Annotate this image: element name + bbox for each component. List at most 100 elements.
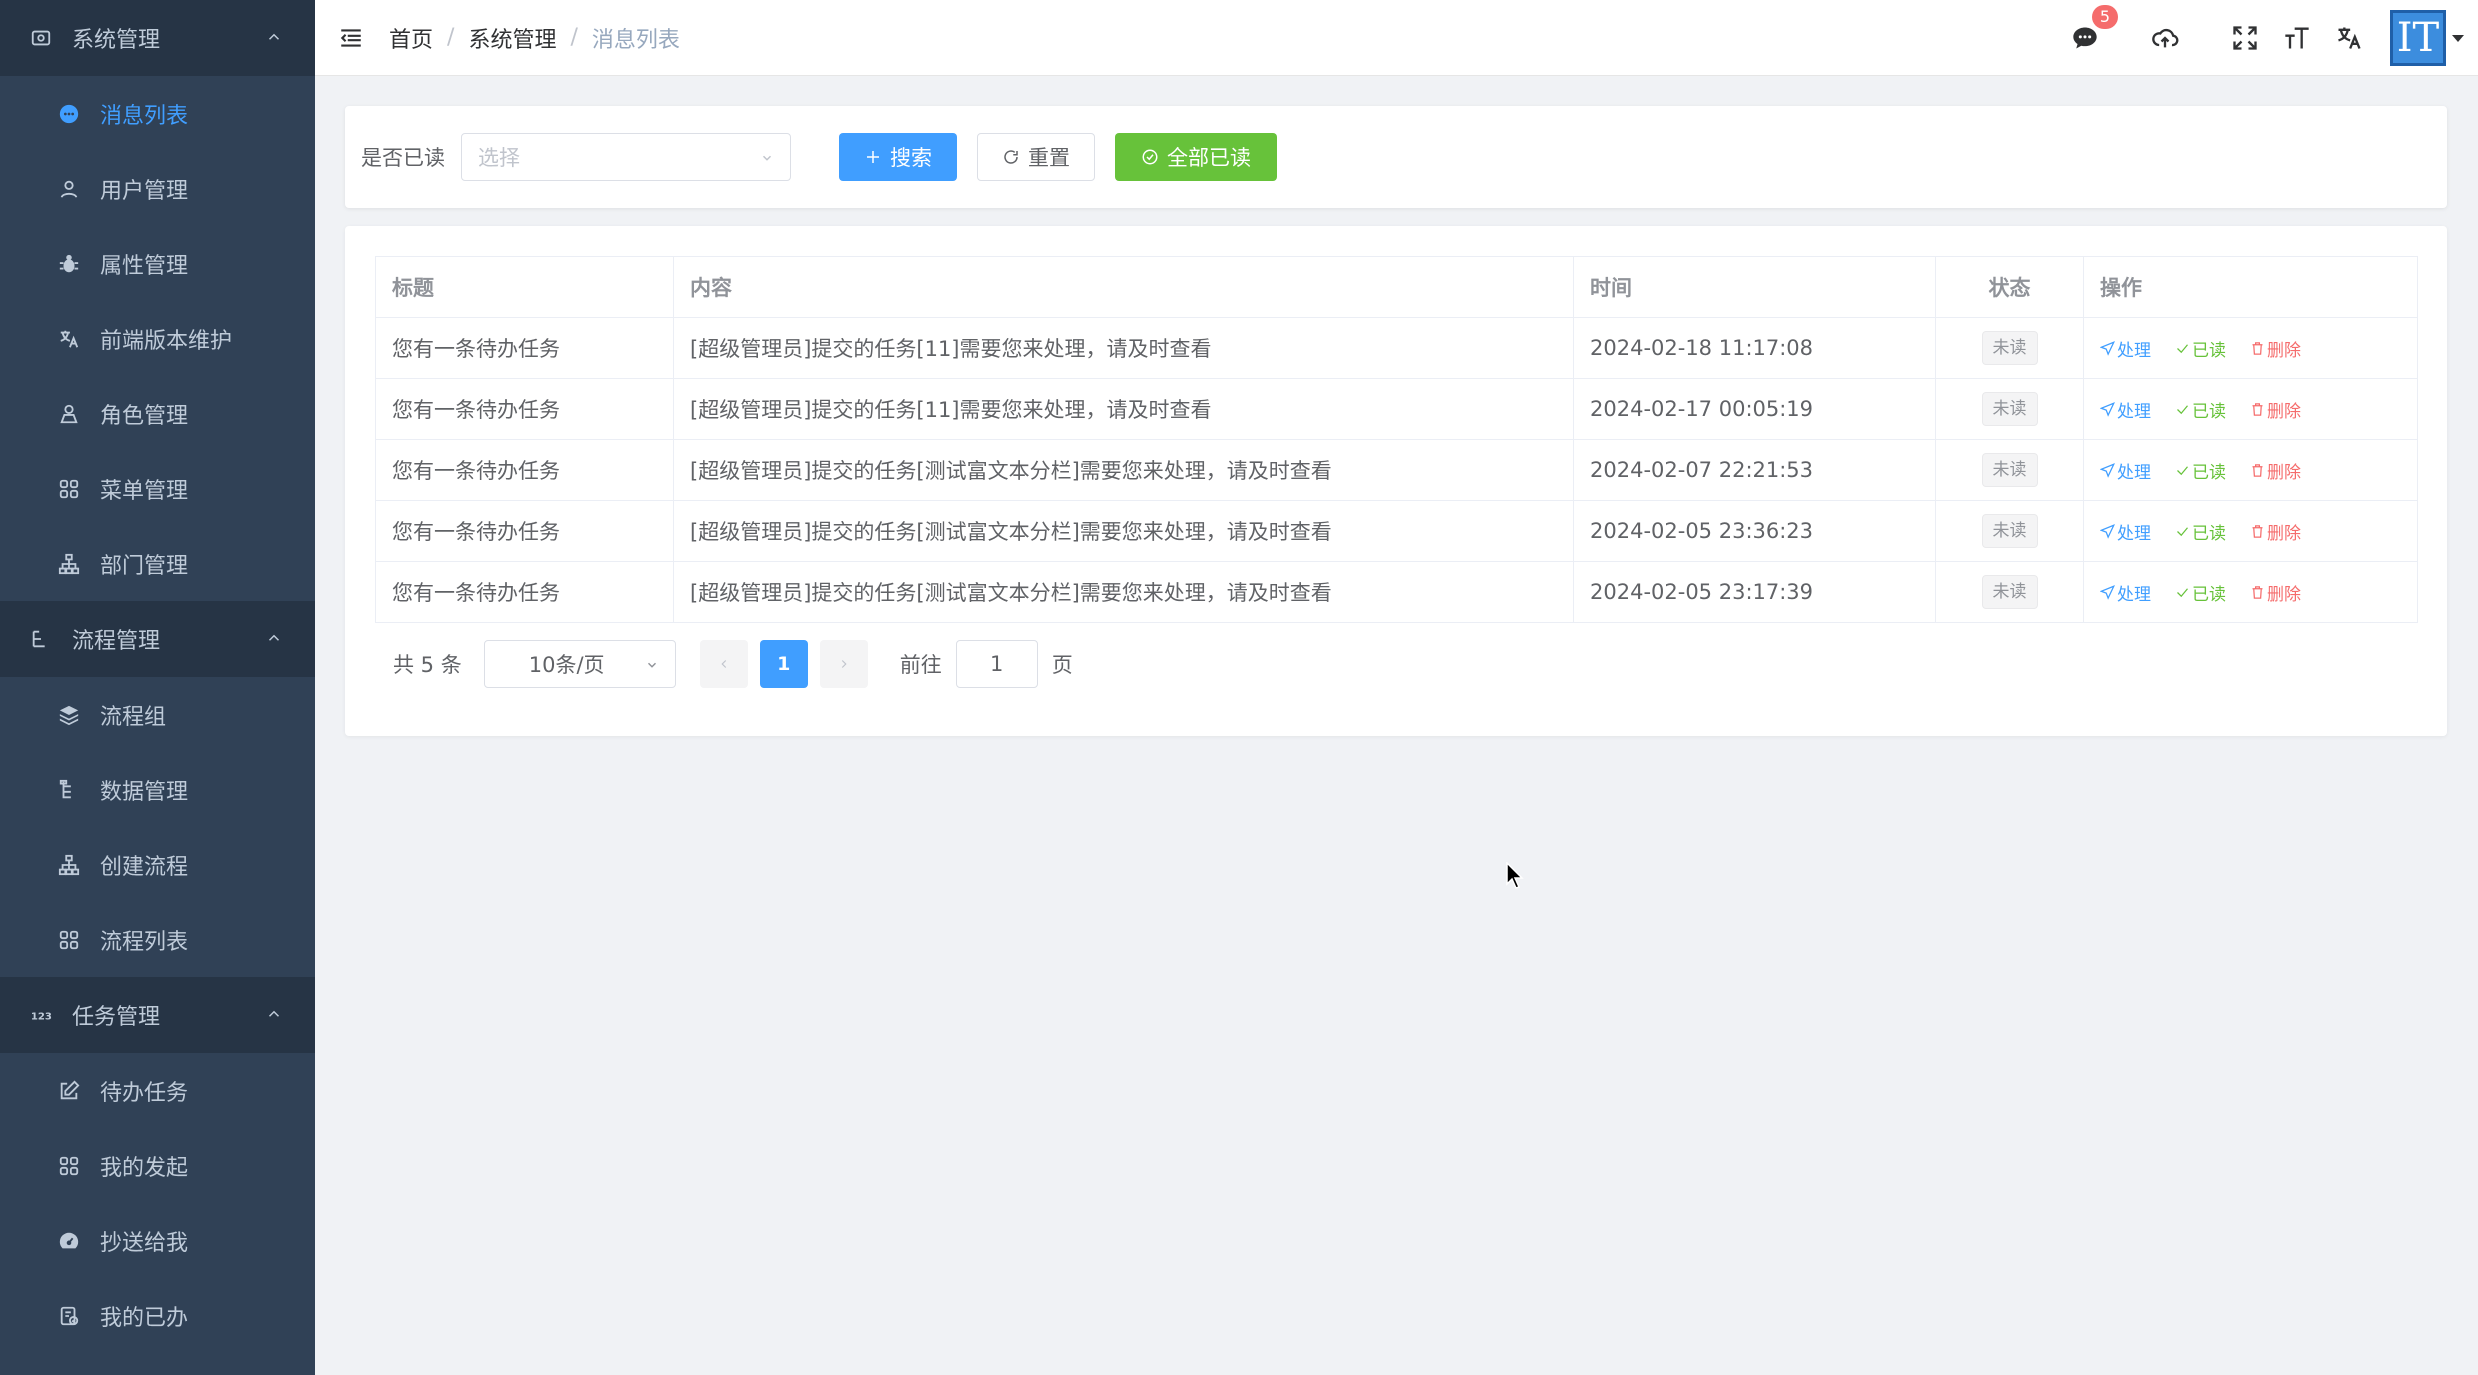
grid-icon <box>58 1155 80 1177</box>
sidebar-item-frontend-version[interactable]: 前端版本维护 <box>0 301 315 376</box>
check-icon <box>2177 587 2188 597</box>
language-icon <box>2338 27 2361 49</box>
is-read-select[interactable]: 选择 <box>461 133 791 181</box>
process-label: 处理 <box>2117 584 2151 605</box>
prev-page-button[interactable] <box>699 640 748 688</box>
message-table-card: 标题 内容 时间 状态 操作 您有一条待办任务 [超级管理员]提交的任务[11]需… <box>345 226 2447 736</box>
sidebar-item-attribute[interactable]: 属性管理 <box>0 226 315 301</box>
next-page-button[interactable] <box>819 640 868 688</box>
sidebar-group-flow[interactable]: 流程管理 <box>0 601 315 677</box>
delete-label: 删除 <box>2267 523 2301 544</box>
sidebar-item-flow-group[interactable]: 流程组 <box>0 677 315 752</box>
process-button[interactable]: 处理 <box>2100 397 2151 422</box>
page-size-select[interactable]: 10条/页 <box>483 640 676 688</box>
cell-actions: 处理 已读 删除 <box>2083 561 2418 623</box>
chevron-up-icon <box>268 33 280 40</box>
mouse-cursor-icon <box>1506 862 1524 889</box>
sidebar-item-label: 用户管理 <box>100 178 189 204</box>
list-tree-icon <box>58 779 80 801</box>
hamburger-icon[interactable] <box>337 24 365 52</box>
language-button[interactable] <box>2332 21 2366 55</box>
search-button[interactable]: 搜索 <box>839 133 957 181</box>
delete-button[interactable]: 删除 <box>2250 397 2301 422</box>
sidebar-item-create-flow[interactable]: 创建流程 <box>0 827 315 902</box>
cell-time: 2024-02-18 11:17:08 <box>1573 317 1936 379</box>
send-icon <box>2100 401 2115 417</box>
top-navbar: 首页 / 系统管理 / 消息列表 5 IT <box>315 0 2478 76</box>
check-icon <box>2177 343 2188 353</box>
mark-read-button[interactable]: 已读 <box>2175 336 2226 361</box>
sidebar-group-system[interactable]: 系统管理 <box>0 0 315 76</box>
fullscreen-button[interactable] <box>2228 21 2262 55</box>
pagination: 共 5 条 10条/页 1 前往 1 页 <box>393 640 1073 688</box>
trash-icon <box>2252 463 2263 477</box>
process-button[interactable]: 处理 <box>2100 580 2151 605</box>
process-label: 处理 <box>2117 401 2151 422</box>
sidebar-item-menu[interactable]: 菜单管理 <box>0 451 315 526</box>
sidebar-group-label: 任务管理 <box>72 1005 161 1030</box>
process-button[interactable]: 处理 <box>2100 519 2151 544</box>
sidebar-item-flow-list[interactable]: 流程列表 <box>0 902 315 977</box>
dashboard-gauge-icon <box>58 1230 80 1252</box>
delete-label: 删除 <box>2267 340 2301 361</box>
delete-button[interactable]: 删除 <box>2250 336 2301 361</box>
cell-time: 2024-02-07 22:21:53 <box>1573 439 1936 501</box>
plus-icon <box>867 151 879 163</box>
page-suffix-label: 页 <box>1051 653 1073 677</box>
goto-page-input[interactable]: 1 <box>955 640 1038 688</box>
sidebar-item-label: 我的已办 <box>100 1305 189 1331</box>
column-header-time: 时间 <box>1573 256 1936 318</box>
sidebar-item-user[interactable]: 用户管理 <box>0 151 315 226</box>
goto-label: 前往 <box>899 653 942 677</box>
sidebar: 系统管理 消息列表 用户管理 属性管理 前端版本维护 角色管理 菜单管理 部门管… <box>0 0 315 1375</box>
select-placeholder: 选择 <box>478 146 520 170</box>
cell-status: 未读 <box>1935 561 2084 623</box>
sidebar-item-cc-me[interactable]: 抄送给我 <box>0 1203 315 1278</box>
page-number-current[interactable]: 1 <box>759 640 808 688</box>
breadcrumb-current: 消息列表 <box>591 27 680 53</box>
send-icon <box>2100 462 2115 478</box>
sidebar-item-my-started[interactable]: 我的发起 <box>0 1128 315 1203</box>
grid-icon <box>58 929 80 951</box>
table-header-row: 标题 内容 时间 状态 操作 <box>375 256 2418 318</box>
delete-button[interactable]: 删除 <box>2250 519 2301 544</box>
sidebar-item-todo[interactable]: 待办任务 <box>0 1053 315 1128</box>
process-button[interactable]: 处理 <box>2100 336 2151 361</box>
mark-read-button[interactable]: 已读 <box>2175 397 2226 422</box>
sidebar-item-department[interactable]: 部门管理 <box>0 526 315 601</box>
process-button[interactable]: 处理 <box>2100 458 2151 483</box>
sidebar-item-label: 属性管理 <box>100 253 189 279</box>
mark-read-button[interactable]: 已读 <box>2175 580 2226 605</box>
upload-cloud-button[interactable] <box>2148 21 2182 55</box>
trash-icon <box>2252 524 2263 538</box>
cell-title: 您有一条待办任务 <box>375 378 674 440</box>
cell-status: 未读 <box>1935 378 2084 440</box>
sidebar-item-label: 流程列表 <box>100 929 189 955</box>
reset-button[interactable]: 重置 <box>977 133 1095 181</box>
mark-read-button[interactable]: 已读 <box>2175 458 2226 483</box>
notification-button[interactable]: 5 <box>2068 5 2118 55</box>
mark-read-button[interactable]: 已读 <box>2175 519 2226 544</box>
column-header-content: 内容 <box>673 256 1574 318</box>
table-row: 您有一条待办任务 [超级管理员]提交的任务[测试富文本分栏]需要您来处理，请及时查… <box>375 561 2418 623</box>
font-size-button[interactable] <box>2280 21 2314 55</box>
sidebar-item-data-management[interactable]: 数据管理 <box>0 752 315 827</box>
sidebar-group-task[interactable]: 123 任务管理 <box>0 977 315 1053</box>
avatar[interactable]: IT <box>2390 10 2446 66</box>
cell-title: 您有一条待办任务 <box>375 439 674 501</box>
sidebar-item-my-done[interactable]: 我的已办 <box>0 1278 315 1353</box>
sidebar-item-role[interactable]: 角色管理 <box>0 376 315 451</box>
cell-content: [超级管理员]提交的任务[测试富文本分栏]需要您来处理，请及时查看 <box>673 439 1574 501</box>
delete-label: 删除 <box>2267 584 2301 605</box>
caret-down-icon[interactable] <box>2452 34 2464 42</box>
sidebar-item-message-list[interactable]: 消息列表 <box>0 76 315 151</box>
read-all-button[interactable]: 全部已读 <box>1115 133 1277 181</box>
trash-icon <box>2252 585 2263 599</box>
delete-button[interactable]: 删除 <box>2250 458 2301 483</box>
breadcrumb-system[interactable]: 系统管理 <box>468 22 556 54</box>
sidebar-item-label: 角色管理 <box>100 403 189 429</box>
send-icon <box>2100 523 2115 539</box>
delete-button[interactable]: 删除 <box>2250 580 2301 605</box>
status-badge: 未读 <box>1981 575 2038 609</box>
breadcrumb-home[interactable]: 首页 <box>389 22 433 54</box>
